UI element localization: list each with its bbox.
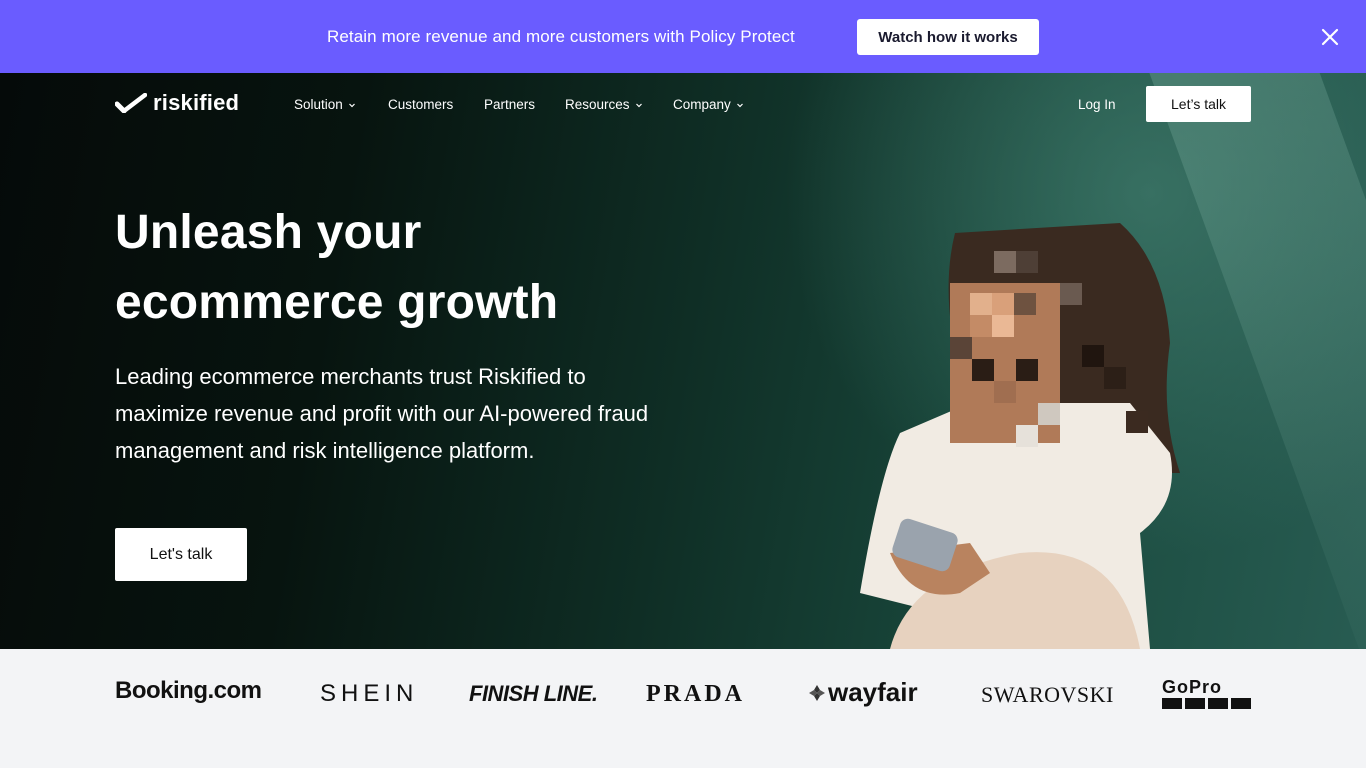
finishline-logo: FINISH LINE. xyxy=(469,681,598,706)
hero-subcopy: Leading ecommerce merchants trust Riskif… xyxy=(115,364,649,463)
nav-item-label: Company xyxy=(673,97,731,112)
chevron-down-icon xyxy=(635,103,642,107)
gopro-blocks xyxy=(1162,698,1251,709)
announcement-text: Retain more revenue and more customers w… xyxy=(327,27,795,46)
wayfair-wordmark: wayfair xyxy=(828,677,918,707)
gopro-logo: GoPro xyxy=(1162,677,1251,709)
riskified-mark-icon xyxy=(115,93,147,113)
wayfair-pinwheel-icon xyxy=(809,684,825,701)
booking-logo: Booking.com xyxy=(115,677,262,704)
nav-item-partners[interactable]: Partners xyxy=(484,97,535,112)
nav-item-label: Resources xyxy=(565,97,630,112)
main-navigation: riskified Solution Customers Partners Re… xyxy=(0,73,1366,135)
shein-logo: SHEIN xyxy=(320,680,419,707)
chevron-down-icon xyxy=(348,103,355,107)
watch-how-it-works-button[interactable]: Watch how it works xyxy=(857,19,1039,55)
hero-headline: Unleash your ecommerce growth xyxy=(115,198,735,338)
nav-item-customers[interactable]: Customers xyxy=(388,97,453,112)
chevron-down-icon xyxy=(736,103,743,107)
nav-item-label: Customers xyxy=(388,97,454,112)
close-icon[interactable] xyxy=(1318,25,1342,49)
nav-item-label: Solution xyxy=(294,97,343,112)
nav-item-label: Partners xyxy=(484,97,536,112)
nav-item-solution[interactable]: Solution xyxy=(294,97,356,112)
logo-wordmark: riskified xyxy=(153,90,240,115)
headline-line-1: Unleash your xyxy=(115,206,422,259)
swarovski-logo: SWAROVSKI xyxy=(981,682,1114,707)
prada-logo: PRADA xyxy=(646,681,745,707)
riskified-logo[interactable]: riskified xyxy=(115,90,239,116)
customer-logos-strip: Booking.com SHEIN FINISH LINE. PRADA way… xyxy=(0,649,1366,768)
wayfair-logo: wayfair xyxy=(808,677,918,708)
headline-line-2: ecommerce growth xyxy=(115,276,559,329)
nav-item-company[interactable]: Company xyxy=(673,97,744,112)
gopro-wordmark: GoPro xyxy=(1162,677,1223,697)
nav-item-resources[interactable]: Resources xyxy=(565,97,643,112)
lets-talk-hero-button[interactable]: Let's talk xyxy=(115,528,247,581)
hero-section: riskified Solution Customers Partners Re… xyxy=(0,73,1366,649)
lets-talk-nav-button[interactable]: Let’s talk xyxy=(1146,86,1251,122)
login-link[interactable]: Log In xyxy=(1078,97,1116,112)
announcement-bar: Retain more revenue and more customers w… xyxy=(0,0,1366,73)
hero-person-image xyxy=(860,223,1180,649)
